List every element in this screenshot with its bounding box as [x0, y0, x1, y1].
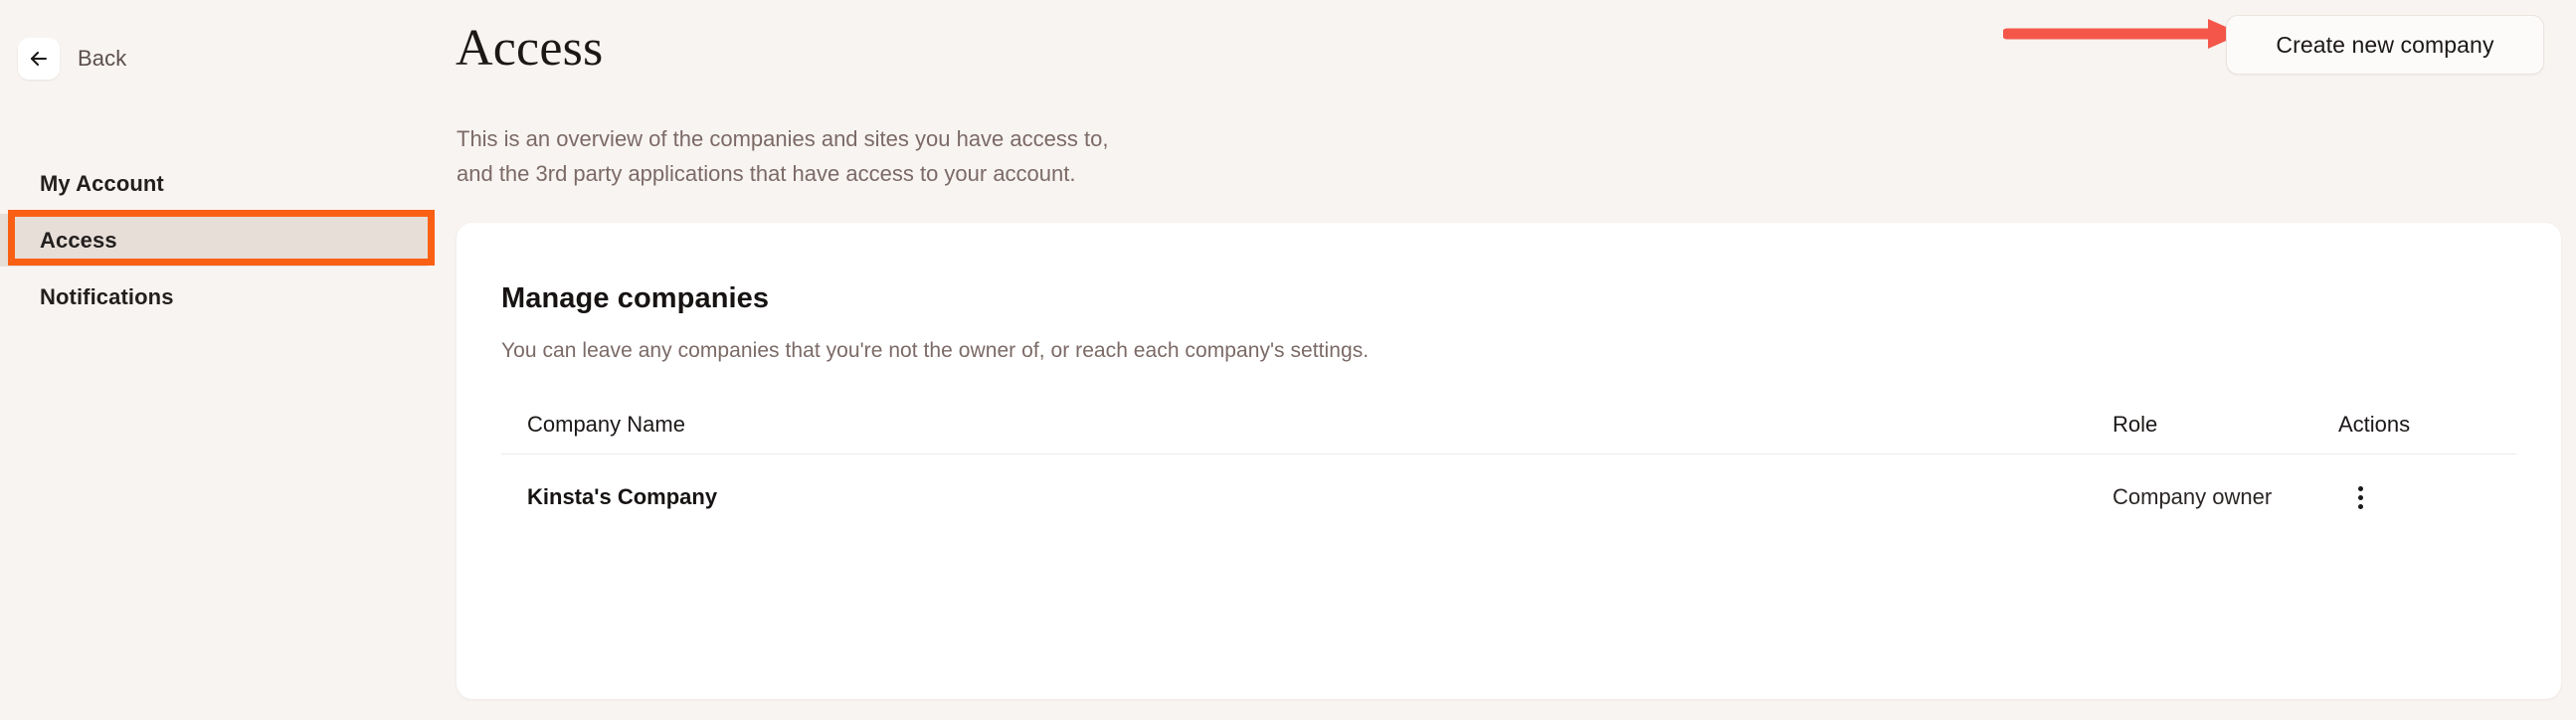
- table-row: Kinsta's Company Company owner: [501, 454, 2516, 540]
- sidebar-item-label: Notifications: [40, 283, 174, 309]
- kebab-dot: [2357, 494, 2363, 500]
- create-new-company-label: Create new company: [2276, 31, 2494, 58]
- companies-table: Company Name Role Actions Kinsta's Compa…: [501, 395, 2516, 540]
- pointer-arrow-annotation: [2001, 16, 2246, 52]
- kebab-dot: [2357, 485, 2363, 491]
- cell-role: Company owner: [2113, 484, 2273, 509]
- table-header-row: Company Name Role Actions: [501, 395, 2516, 454]
- sidebar-item-access[interactable]: Access: [0, 214, 428, 267]
- column-header-role: Role: [2113, 411, 2158, 437]
- cell-actions: [2343, 480, 2377, 514]
- card-title: Manage companies: [501, 282, 770, 314]
- column-header-company-name: Company Name: [527, 411, 685, 437]
- sidebar-item-notifications[interactable]: Notifications: [0, 270, 428, 323]
- arrow-left-icon[interactable]: [18, 38, 60, 80]
- card-description: You can leave any companies that you're …: [501, 339, 1370, 362]
- kebab-menu-icon[interactable]: [2343, 480, 2377, 514]
- sidebar: Back My Account Access Notifications: [0, 0, 456, 720]
- create-new-company-button[interactable]: Create new company: [2226, 15, 2544, 75]
- back-button[interactable]: Back: [18, 38, 126, 80]
- sidebar-item-my-account[interactable]: My Account: [0, 157, 428, 210]
- sidebar-item-label: My Account: [40, 170, 164, 196]
- kebab-dot: [2357, 503, 2363, 509]
- manage-companies-card: Manage companies You can leave any compa…: [457, 223, 2561, 699]
- column-header-actions: Actions: [2338, 411, 2411, 437]
- back-label: Back: [78, 46, 127, 71]
- sidebar-item-label: Access: [40, 227, 117, 253]
- page-title: Access: [456, 20, 604, 77]
- page-subtitle: This is an overview of the companies and…: [457, 126, 1109, 186]
- cell-company-name: Kinsta's Company: [527, 484, 718, 509]
